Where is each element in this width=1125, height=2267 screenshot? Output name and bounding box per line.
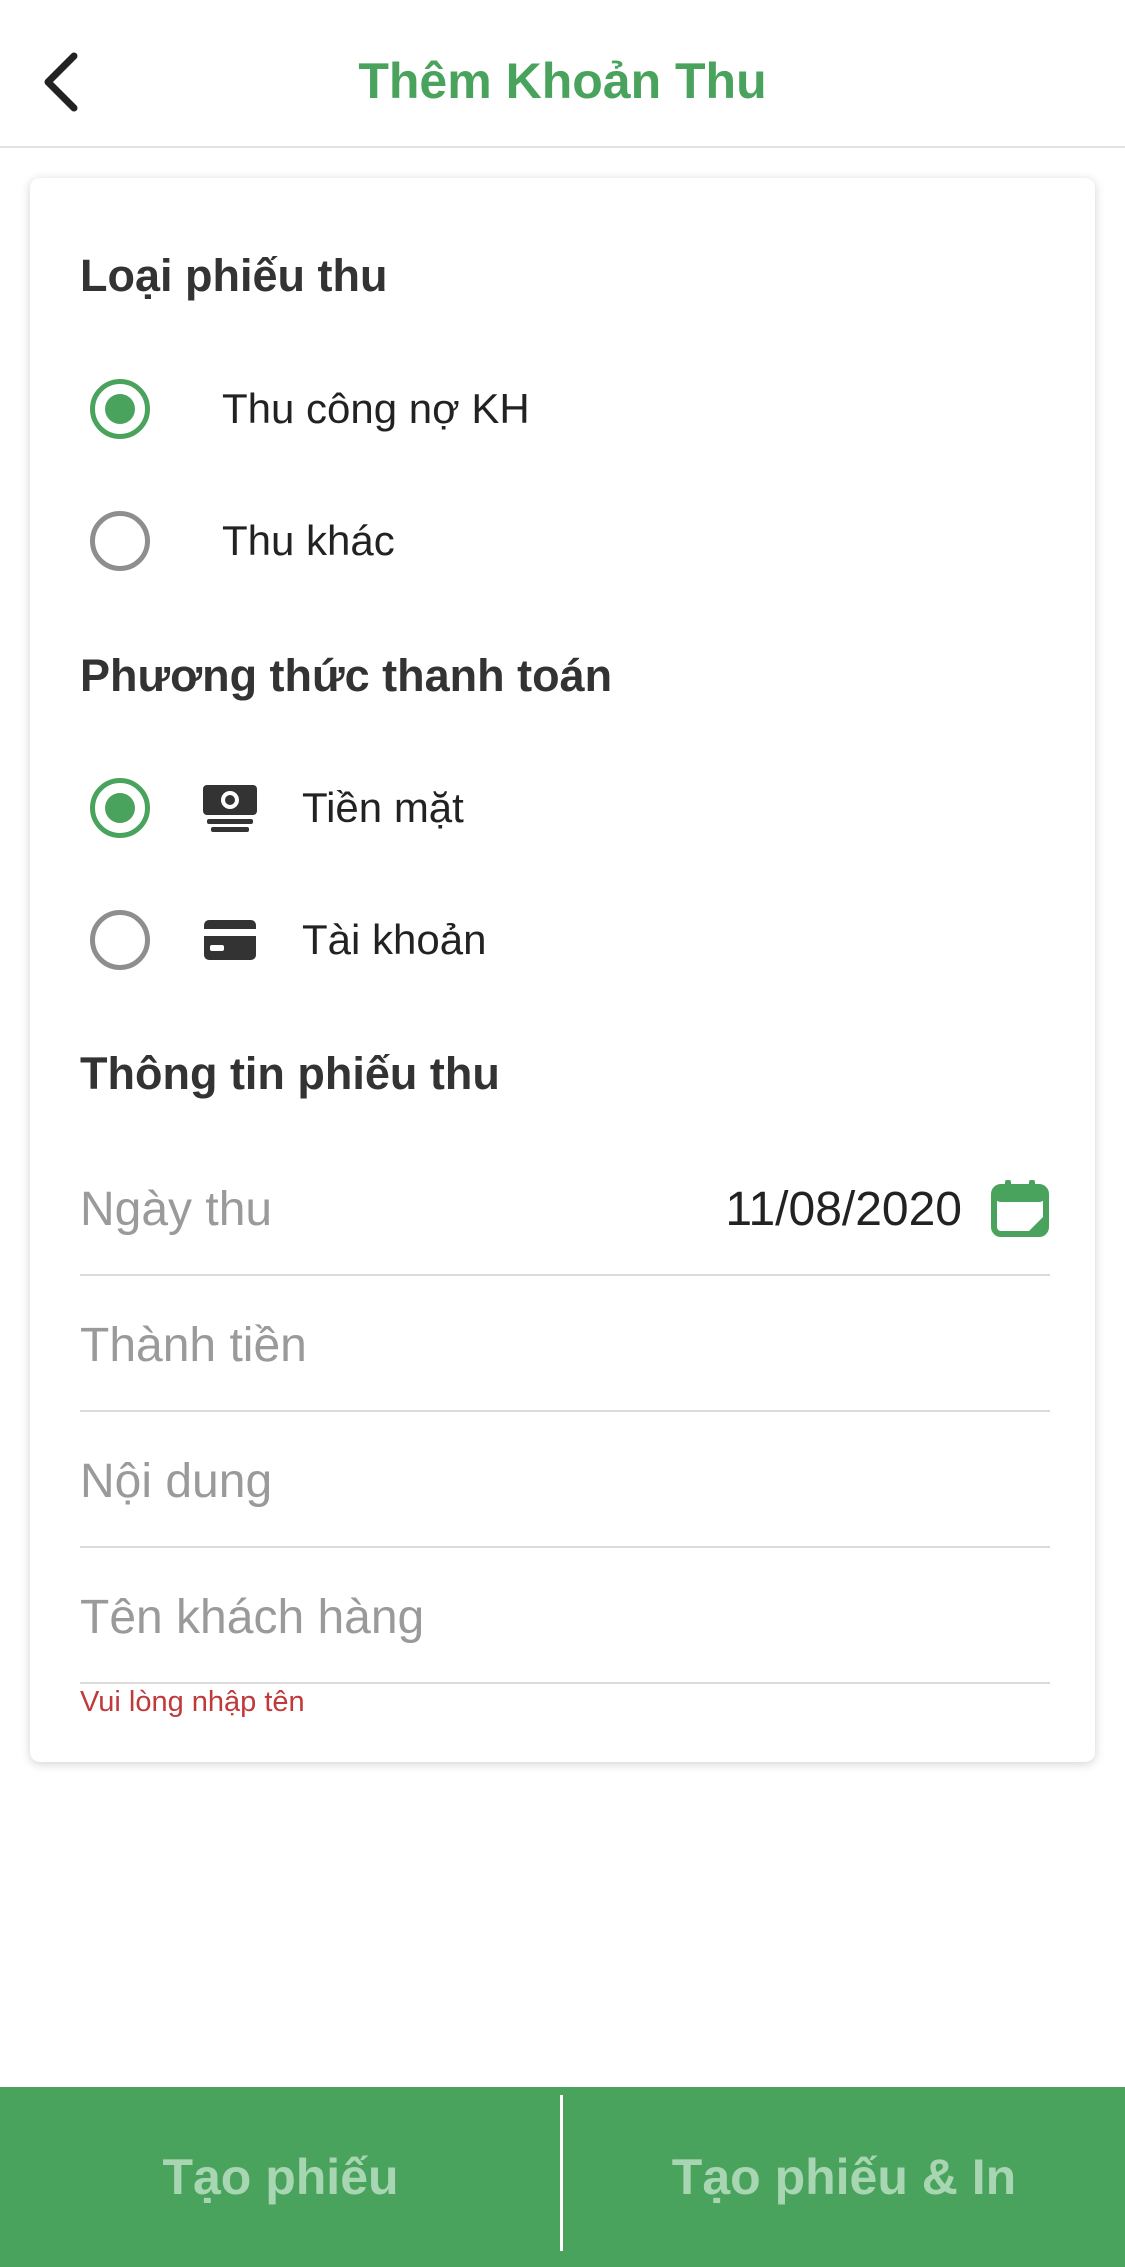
receipt-type-option-customer-debt[interactable]: Thu công nợ KH: [90, 364, 530, 454]
content-placeholder: Nội dung: [80, 1455, 273, 1508]
payment-label: Tiền mặt: [302, 784, 464, 831]
radio-label: Thu khác: [222, 517, 395, 564]
receipt-type-option-other[interactable]: Thu khác: [90, 496, 395, 586]
cash-icon: [200, 778, 260, 838]
create-receipt-button[interactable]: Tạo phiếu: [0, 2087, 561, 2267]
customer-name-placeholder: Tên khách hàng: [80, 1591, 425, 1644]
credit-card-icon: [200, 910, 260, 970]
radio-button-checked[interactable]: [90, 379, 150, 439]
payment-label: Tài khoản: [302, 916, 487, 963]
radio-label: Thu công nợ KH: [222, 385, 530, 432]
create-and-print-button[interactable]: Tạo phiếu & In: [563, 2087, 1125, 2267]
date-label: Ngày thu: [80, 1183, 273, 1236]
bottom-action-bar: Tạo phiếu Tạo phiếu & In: [0, 2087, 1125, 2267]
date-field[interactable]: Ngày thu 11/08/2020: [80, 1140, 1050, 1276]
radio-button-checked[interactable]: [90, 778, 150, 838]
amount-field[interactable]: Thành tiền: [80, 1276, 1050, 1412]
receipt-info-title: Thông tin phiếu thu: [80, 1048, 500, 1099]
payment-option-cash[interactable]: Tiền mặt: [90, 763, 464, 853]
date-value: 11/08/2020: [725, 1183, 962, 1236]
customer-name-field[interactable]: Tên khách hàng: [80, 1548, 1050, 1684]
radio-button[interactable]: [90, 511, 150, 571]
receipt-type-title: Loại phiếu thu: [80, 250, 388, 301]
content-field[interactable]: Nội dung: [80, 1412, 1050, 1548]
customer-name-error: Vui lòng nhập tên: [80, 1686, 305, 1718]
header-bar: Thêm Khoản Thu: [0, 0, 1125, 148]
radio-button[interactable]: [90, 910, 150, 970]
payment-method-title: Phương thức thanh toán: [80, 650, 613, 701]
receipt-form-card: Loại phiếu thu Thu công nợ KH Thu khác P…: [30, 178, 1095, 1762]
payment-option-account[interactable]: Tài khoản: [90, 895, 486, 985]
page-title: Thêm Khoản Thu: [358, 53, 767, 109]
amount-placeholder: Thành tiền: [80, 1319, 307, 1372]
calendar-icon[interactable]: [990, 1178, 1050, 1238]
